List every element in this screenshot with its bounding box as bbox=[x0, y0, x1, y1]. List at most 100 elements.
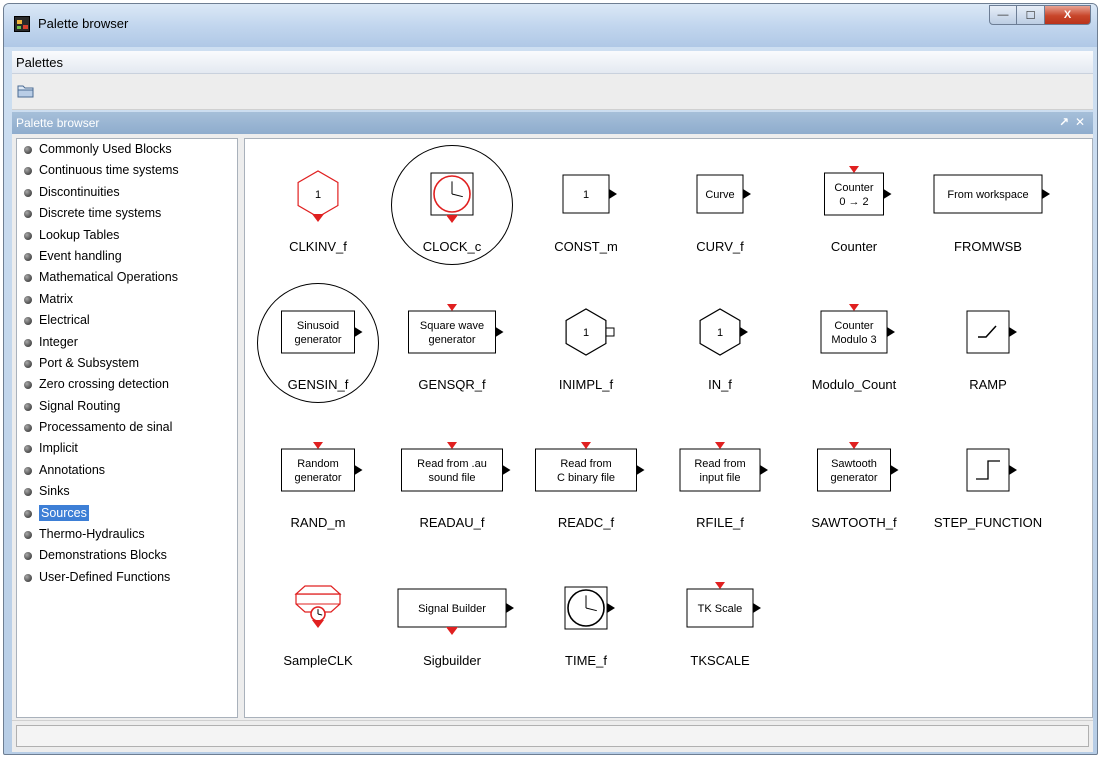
tree-item-label: User-Defined Functions bbox=[39, 569, 171, 584]
block-name: RFILE_f bbox=[696, 515, 744, 530]
bullet-icon bbox=[24, 466, 32, 475]
palette-block-in-f[interactable]: 1 IN_f bbox=[653, 287, 787, 407]
palette-block-const-m[interactable]: 1 CONST_m bbox=[519, 149, 653, 269]
tree-item[interactable]: Demonstrations Blocks bbox=[17, 545, 237, 566]
palette-block-rfile-f[interactable]: Read from input file RFILE_f bbox=[653, 425, 787, 545]
palette-block-gensqr-f[interactable]: Square wave generator GENSQR_f bbox=[385, 287, 519, 407]
tree-item[interactable]: Event handling bbox=[17, 246, 237, 267]
palette-browser-window: Palette browser — ☐ X Palettes Palette b… bbox=[3, 3, 1098, 755]
tree-item[interactable]: Discrete time systems bbox=[17, 203, 237, 224]
tree-item[interactable]: Zero crossing detection bbox=[17, 374, 237, 395]
bullet-icon bbox=[24, 167, 32, 176]
tree-item-label: Sinks bbox=[39, 484, 70, 499]
open-folder-button[interactable] bbox=[17, 83, 35, 99]
tree-item[interactable]: Integer bbox=[17, 332, 237, 353]
palette-block-time-f[interactable]: TIME_f bbox=[519, 563, 653, 683]
svg-text:Counter: Counter bbox=[834, 182, 873, 194]
block-name: CONST_m bbox=[554, 239, 618, 254]
block-name: CURV_f bbox=[696, 239, 744, 254]
palette-block-readc-f[interactable]: Read from C binary file READC_f bbox=[519, 425, 653, 545]
svg-text:Signal Builder: Signal Builder bbox=[418, 603, 486, 615]
tree-item[interactable]: Commonly Used Blocks bbox=[17, 139, 237, 160]
svg-text:generator: generator bbox=[428, 334, 475, 346]
palette-block-gensin-f[interactable]: Sinusoid generator GENSIN_f bbox=[251, 283, 385, 407]
minimize-button[interactable]: — bbox=[989, 5, 1017, 25]
tree-item[interactable]: Signal Routing bbox=[17, 396, 237, 417]
tree-item[interactable]: Thermo-Hydraulics bbox=[17, 524, 237, 545]
block-name: READC_f bbox=[557, 515, 615, 530]
bullet-icon bbox=[24, 552, 32, 561]
tree-item[interactable]: Discontinuities bbox=[17, 182, 237, 203]
menu-palettes[interactable]: Palettes bbox=[16, 55, 63, 70]
panel-title: Palette browser bbox=[16, 116, 100, 130]
tree-item[interactable]: Annotations bbox=[17, 460, 237, 481]
palette-block-inimpl-f[interactable]: 1 INIMPL_f bbox=[519, 287, 653, 407]
tree-item-label: Signal Routing bbox=[39, 398, 121, 413]
palette-block-clkinv-f[interactable]: 1 CLKINV_f bbox=[251, 149, 385, 269]
tree-item[interactable]: Processamento de sinal bbox=[17, 417, 237, 438]
block-icon: Read from C binary file bbox=[535, 442, 645, 492]
tree-item[interactable]: Lookup Tables bbox=[17, 225, 237, 246]
tree-item-label: Port & Subsystem bbox=[39, 355, 140, 370]
block-icon: Signal Builder bbox=[397, 588, 514, 635]
block-name: RAMP bbox=[969, 377, 1007, 392]
palette-block-sawtooth-f[interactable]: Sawtooth generator SAWTOOTH_f bbox=[787, 425, 921, 545]
block-icon: Random generator bbox=[281, 442, 363, 492]
close-button[interactable]: X bbox=[1045, 5, 1091, 25]
svg-text:1: 1 bbox=[717, 327, 723, 339]
svg-text:From workspace: From workspace bbox=[947, 189, 1028, 201]
tree-item[interactable]: User-Defined Functions bbox=[17, 567, 237, 588]
svg-text:input file: input file bbox=[700, 472, 741, 484]
toolbar bbox=[12, 74, 1093, 110]
bullet-icon bbox=[24, 509, 32, 518]
block-icon: Curve bbox=[696, 174, 751, 214]
block-icon: Sawtooth generator bbox=[817, 442, 899, 492]
svg-text:Curve: Curve bbox=[705, 189, 734, 201]
palette-block-modulo-count[interactable]: Counter Modulo 3 Modulo_Count bbox=[787, 287, 921, 407]
panel-close-icon[interactable]: ✕ bbox=[1075, 115, 1085, 129]
bullet-icon bbox=[24, 573, 32, 582]
tree-item[interactable]: Matrix bbox=[17, 289, 237, 310]
palette-block-sampleclk[interactable]: SampleCLK bbox=[251, 563, 385, 683]
maximize-button[interactable]: ☐ bbox=[1017, 5, 1045, 25]
block-icon bbox=[430, 172, 474, 223]
palette-block-step-function[interactable]: STEP_FUNCTION bbox=[921, 425, 1055, 545]
tree-item[interactable]: Mathematical Operations bbox=[17, 267, 237, 288]
title-bar: Palette browser — ☐ X bbox=[4, 4, 1097, 47]
bullet-icon bbox=[24, 338, 32, 347]
svg-text:generator: generator bbox=[830, 472, 877, 484]
tree-item[interactable]: Electrical bbox=[17, 310, 237, 331]
block-icon: 1 bbox=[565, 308, 615, 356]
tree-item-label: Integer bbox=[39, 334, 78, 349]
palette-block-counter[interactable]: Counter 0 → 2 Counter bbox=[787, 149, 921, 269]
block-icon: TK Scale bbox=[686, 582, 761, 628]
block-icon: 1 bbox=[699, 308, 748, 356]
bullet-icon bbox=[24, 424, 32, 433]
undock-icon[interactable]: ↗ bbox=[1059, 115, 1069, 129]
palette-block-readau-f[interactable]: Read from .au sound file READAU_f bbox=[385, 425, 519, 545]
block-name: SAWTOOTH_f bbox=[811, 515, 897, 530]
tree-item[interactable]: Implicit bbox=[17, 438, 237, 459]
palette-block-curv-f[interactable]: Curve CURV_f bbox=[653, 149, 787, 269]
tree-item[interactable]: Port & Subsystem bbox=[17, 353, 237, 374]
palette-block-ramp[interactable]: RAMP bbox=[921, 287, 1055, 407]
tree-item-label: Event handling bbox=[39, 248, 122, 263]
tree-item[interactable]: Sinks bbox=[17, 481, 237, 502]
bullet-icon bbox=[24, 146, 32, 154]
block-name: TKSCALE bbox=[690, 653, 750, 668]
palette-block-fromwsb[interactable]: From workspace FROMWSB bbox=[921, 149, 1055, 269]
block-icon bbox=[966, 448, 1017, 492]
palette-block-clock-c[interactable]: CLOCK_c bbox=[385, 145, 519, 269]
tree-item[interactable]: Sources bbox=[17, 503, 237, 524]
palette-block-rand-m[interactable]: Random generator RAND_m bbox=[251, 425, 385, 545]
svg-text:1: 1 bbox=[583, 327, 589, 339]
tree-item-label: Processamento de sinal bbox=[39, 420, 173, 435]
palette-block-tkscale[interactable]: TK Scale TKSCALE bbox=[653, 563, 787, 683]
svg-text:1: 1 bbox=[583, 189, 589, 201]
tree-item[interactable]: Continuous time systems bbox=[17, 160, 237, 181]
svg-text:0 → 2: 0 → 2 bbox=[839, 196, 868, 208]
folder-icon bbox=[17, 85, 34, 98]
palette-block-sigbuilder[interactable]: Signal Builder Sigbuilder bbox=[385, 563, 519, 683]
block-name: Modulo_Count bbox=[811, 377, 897, 392]
status-bar bbox=[12, 720, 1093, 752]
